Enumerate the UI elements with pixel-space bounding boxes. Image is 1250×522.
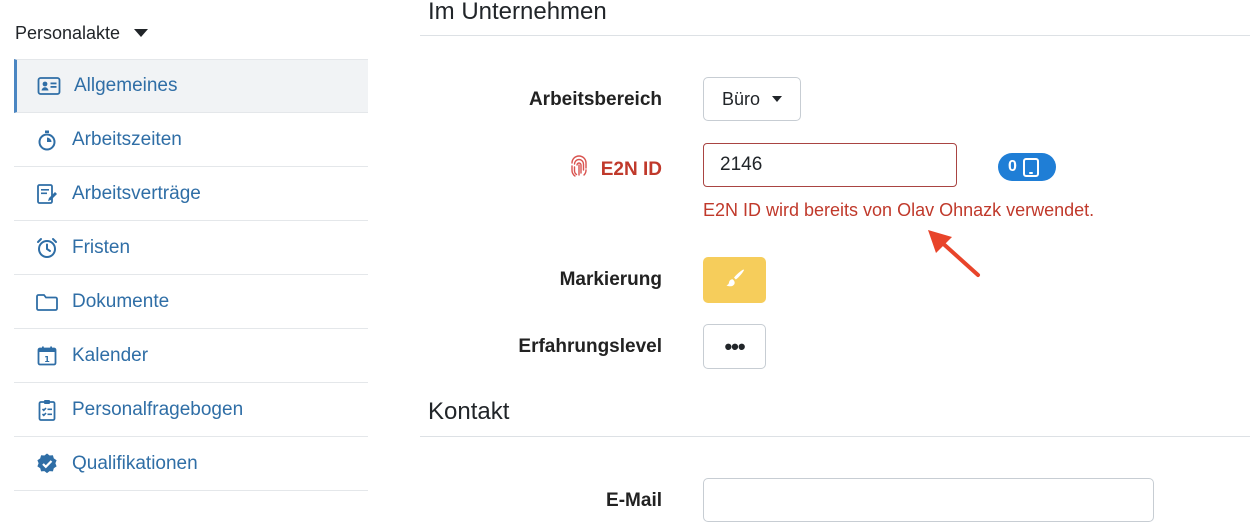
- device-count: 0: [1008, 158, 1017, 175]
- sidebar-item-arbeitszeiten[interactable]: Arbeitszeiten: [14, 113, 368, 167]
- sidebar-item-label: Arbeitszeiten: [72, 128, 182, 150]
- caret-down-icon: [772, 96, 783, 102]
- id-card-icon: [36, 73, 62, 99]
- main-content: Im Unternehmen Arbeitsbereich Büro E2N I…: [420, 0, 1250, 522]
- email-label: E-Mail: [606, 490, 662, 511]
- fingerprint-icon: [569, 154, 589, 186]
- sidebar-item-label: Kalender: [72, 344, 149, 366]
- calendar-icon: 1: [34, 343, 60, 369]
- sidebar-item-label: Allgemeines: [74, 75, 178, 96]
- sidebar-item-arbeitsvertraege[interactable]: Arbeitsverträge: [14, 167, 368, 221]
- sidebar-item-kalender[interactable]: 1 Kalender: [14, 329, 368, 383]
- e2n-id-label: E2N ID: [600, 159, 662, 180]
- annotation-arrow-icon: [928, 230, 980, 277]
- section-title-contact: Kontakt: [428, 398, 510, 425]
- section-divider: [420, 436, 1250, 437]
- erfahrungslevel-label: Erfahrungslevel: [518, 336, 662, 357]
- section-title-company: Im Unternehmen: [428, 0, 607, 25]
- sidebar-nav: Allgemeines Arbeitszeiten Arbeitsverträg…: [14, 59, 368, 491]
- stopwatch-icon: [34, 127, 60, 153]
- sidebar-item-label: Dokumente: [72, 290, 170, 312]
- arbeitsbereich-value: Büro: [721, 88, 761, 109]
- clipboard-checklist-icon: [34, 397, 60, 423]
- arbeitsbereich-dropdown[interactable]: Büro: [703, 77, 801, 121]
- sidebar-item-personalfragebogen[interactable]: Personalfragebogen: [14, 383, 368, 437]
- tablet-icon: [1022, 157, 1039, 177]
- paint-brush-icon: [724, 267, 746, 294]
- svg-text:1: 1: [44, 355, 50, 364]
- caret-down-icon: [134, 29, 149, 37]
- alarm-clock-icon: [34, 235, 60, 261]
- markierung-color-button[interactable]: [703, 257, 766, 303]
- erfahrungslevel-button[interactable]: •••: [703, 324, 766, 369]
- sidebar-item-fristen[interactable]: Fristen: [14, 221, 368, 275]
- personalakte-label: Personalakte: [15, 22, 121, 43]
- e2n-id-error-message: E2N ID wird bereits von Olav Ohnazk verw…: [703, 200, 1095, 220]
- e2n-id-input[interactable]: [703, 143, 957, 187]
- device-count-badge[interactable]: 0: [998, 153, 1056, 181]
- sidebar-item-allgemeines[interactable]: Allgemeines: [14, 59, 368, 113]
- sidebar-item-dokumente[interactable]: Dokumente: [14, 275, 368, 329]
- section-divider: [420, 35, 1250, 36]
- sidebar-item-label: Arbeitsverträge: [72, 182, 201, 204]
- sidebar-item-label: Fristen: [72, 236, 131, 258]
- sidebar-item-label: Personalfragebogen: [72, 398, 244, 420]
- arbeitsbereich-label: Arbeitsbereich: [528, 89, 662, 110]
- personalakte-dropdown[interactable]: Personalakte: [15, 20, 149, 46]
- contract-edit-icon: [34, 181, 60, 207]
- verified-badge-icon: [34, 451, 60, 477]
- folder-icon: [34, 289, 60, 315]
- e2n-id-label-row: E2N ID: [569, 154, 662, 186]
- sidebar: Personalakte Allgemeines Arbeitszeiten A…: [0, 0, 368, 508]
- sidebar-item-label: Qualifikationen: [72, 452, 198, 474]
- sidebar-item-qualifikationen[interactable]: Qualifikationen: [14, 437, 368, 491]
- email-input[interactable]: [703, 478, 1154, 522]
- markierung-label: Markierung: [559, 269, 662, 290]
